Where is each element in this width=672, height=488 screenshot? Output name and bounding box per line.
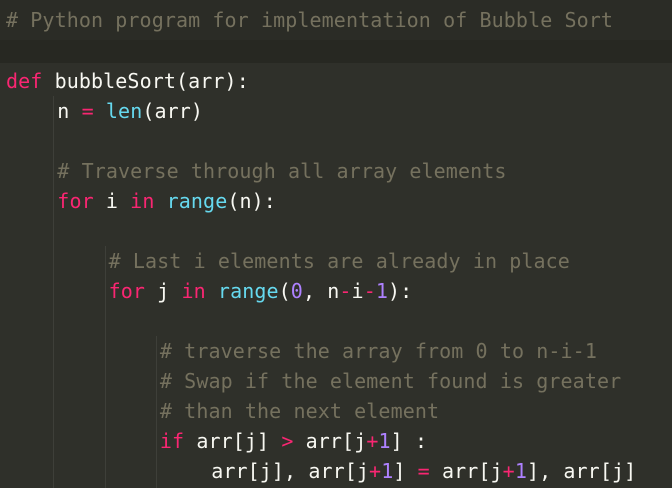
code-token: + [366,429,379,453]
code-token: arr[j], arr[j [211,459,370,483]
code-line: if arr[j] > arr[j+1] : [160,426,427,456]
header-comment: # Python program for implementation of B… [6,8,614,32]
code-token: def [6,69,43,93]
indent-guide [53,96,55,488]
code-line: def bubbleSort(arr): [6,66,249,96]
code-token: for [57,189,94,213]
code-header-strip: # Python program for implementation of B… [0,0,672,40]
code-token: > [281,429,294,453]
code-line: arr[j], arr[j+1] = arr[j+1], arr[j] [211,456,636,486]
code-token: - [363,279,376,303]
code-token: , n [302,279,340,303]
code-line: for j in range(0, n-i-1): [109,276,413,306]
code-token: if [159,429,185,453]
code-line: # Traverse through all array elements [57,156,506,186]
code-token: 0 [290,279,303,303]
code-token: (arr) [142,99,204,123]
code-line: n = len(arr) [57,96,203,126]
code-token: (n): [227,189,276,213]
code-token: - [339,279,352,303]
code-line: # traverse the array from 0 to n-i-1 [160,336,597,366]
code-token: in [181,279,206,303]
indent-guide [155,336,157,488]
code-token: ], arr[j] [526,459,637,483]
code-token: for [108,279,146,303]
code-token: = [81,99,94,123]
code-token: n [57,99,82,123]
code-editor-viewport: # Python program for implementation of B… [0,0,672,488]
code-token: arr[j [429,459,503,483]
code-token: range [217,279,279,303]
code-token: 1 [514,459,527,483]
code-token: i [351,279,364,303]
code-token: + [369,459,382,483]
code-token: 1 [381,459,394,483]
code-token: # traverse the array from 0 to n-i-1 [159,339,597,363]
code-line: # Last i elements are already in place [109,246,570,276]
code-token: 1 [375,279,389,303]
code-token: bubbleSort(arr): [42,69,249,93]
code-token: range [166,189,228,213]
code-block: def bubbleSort(arr): n = len(arr) # Traver… [0,63,672,488]
code-token: 1 [378,429,391,453]
code-token: ] [393,459,418,483]
code-token: len [105,99,143,123]
code-token: ] : [390,429,428,453]
code-line: # than the next element [160,396,439,426]
code-token: # than the next element [159,399,440,423]
code-token: # Swap if the element found is greater [159,369,622,393]
code-token: ( [278,279,291,303]
code-token: # Last i elements are already in place [108,249,570,273]
code-token: + [502,459,515,483]
code-line: # Swap if the element found is greater [160,366,621,396]
code-line: for i in range(n): [57,186,276,216]
code-token: in [130,189,155,213]
code-token: = [417,459,430,483]
code-token: # Traverse through all array elements [57,159,507,183]
code-token: i [93,189,131,213]
code-token: j [145,279,182,303]
code-token: ): [388,279,413,303]
code-token: arr[j [293,429,367,453]
indent-guide [104,246,106,488]
code-token: arr[j] [184,429,282,453]
